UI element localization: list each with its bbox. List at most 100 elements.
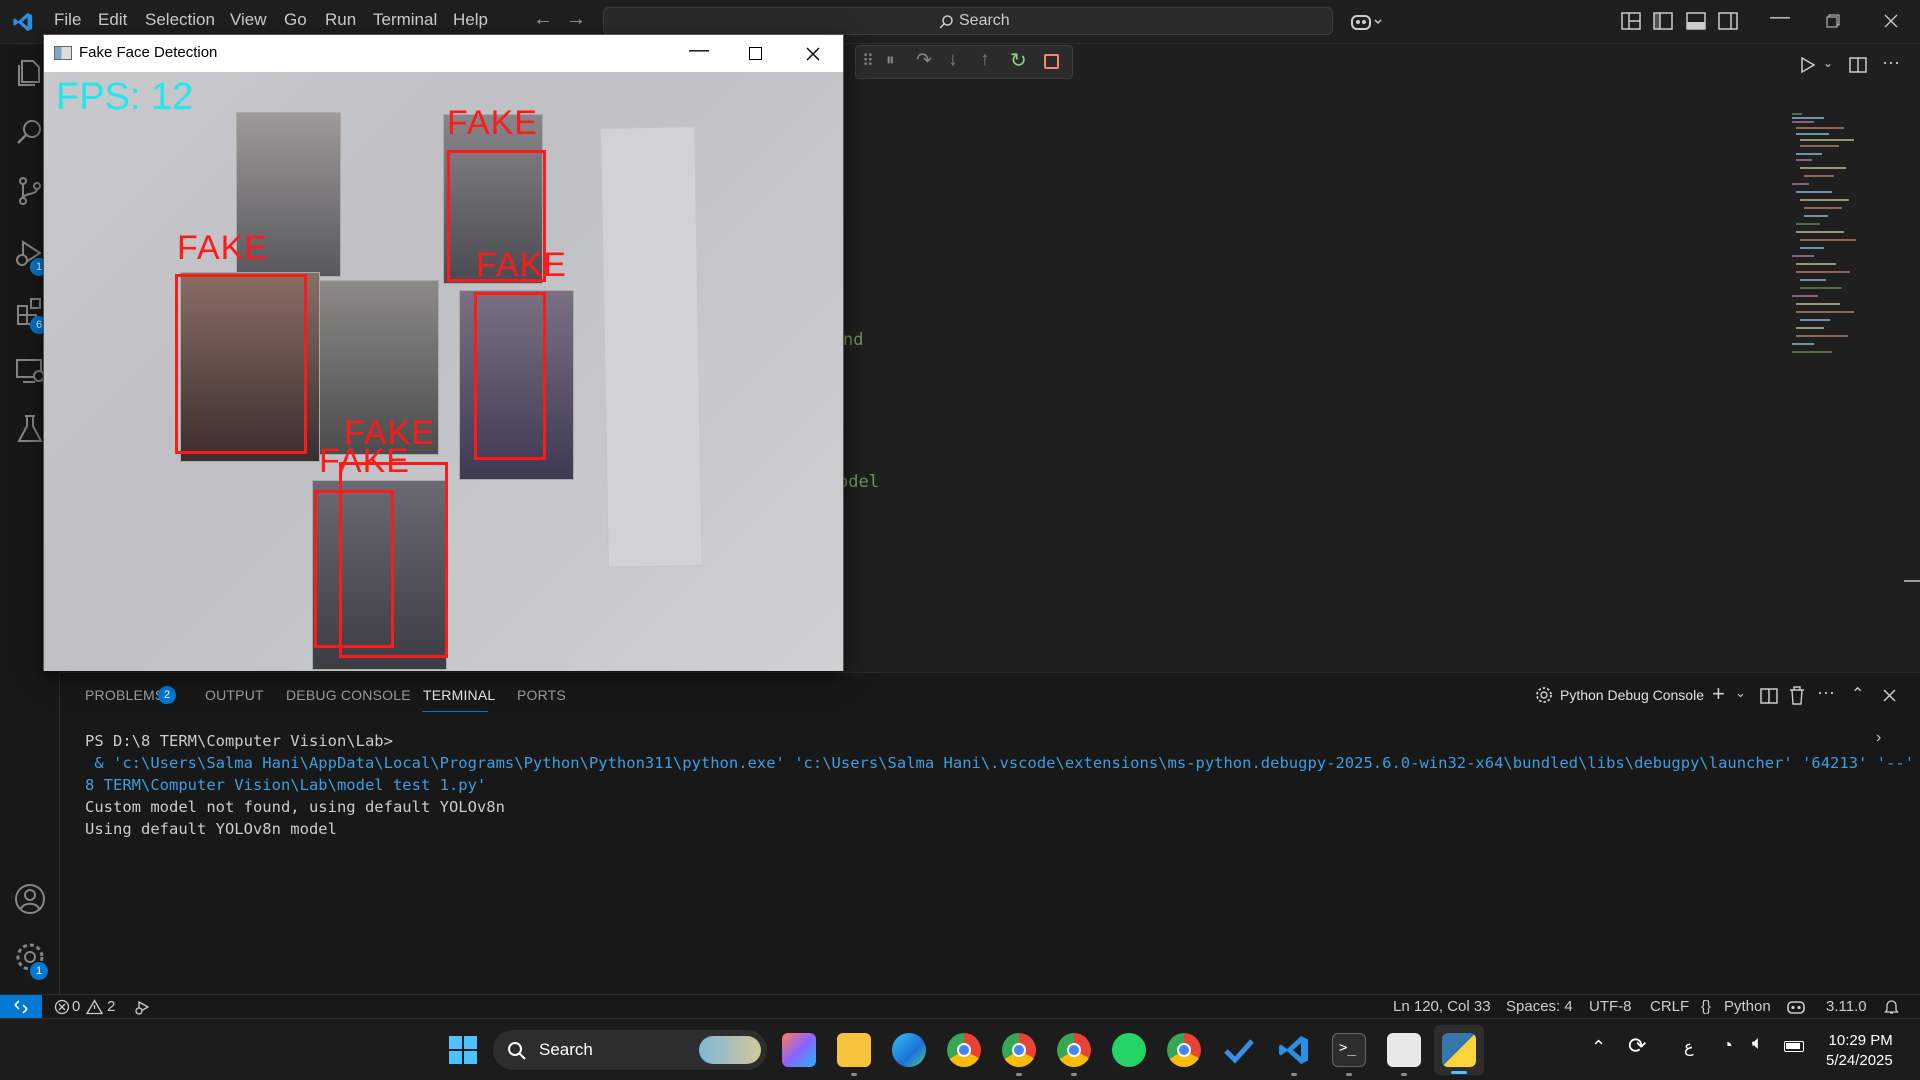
debug-attach-icon[interactable]	[134, 999, 152, 1015]
battery-icon[interactable]	[1784, 1041, 1804, 1052]
menu-help[interactable]: Help	[453, 10, 488, 30]
toggle-primary-sidebar-icon[interactable]	[1652, 10, 1674, 32]
back-arrow-icon[interactable]: ←	[533, 8, 553, 31]
chrome-profile-icon[interactable]	[1057, 1033, 1091, 1067]
scroll-right-icon[interactable]: ›	[1876, 729, 1881, 747]
remote-explorer-icon[interactable]	[13, 354, 47, 388]
maximize-icon[interactable]	[749, 47, 762, 60]
split-terminal-icon[interactable]	[1760, 687, 1778, 705]
trash-icon[interactable]	[1789, 686, 1805, 705]
todo-checkmark-icon[interactable]	[1222, 1033, 1256, 1067]
restore-icon[interactable]	[1826, 14, 1840, 28]
copilot-status-icon[interactable]	[1786, 998, 1806, 1016]
keyboard-language[interactable]: ع	[1684, 1037, 1694, 1057]
chevron-up-icon[interactable]: ⌃	[1591, 1037, 1606, 1058]
tab-terminal[interactable]: TERMINAL	[423, 687, 495, 703]
clock-date: 5/24/2025	[1826, 1052, 1893, 1069]
step-into-icon[interactable]: ↓	[948, 49, 958, 71]
problems-status[interactable]: 0 2	[52, 995, 122, 1019]
forward-arrow-icon[interactable]: →	[566, 8, 586, 31]
accounts-icon[interactable]	[13, 882, 47, 916]
close-panel-icon[interactable]	[1883, 689, 1896, 702]
maximize-panel-icon[interactable]: ⌃	[1851, 684, 1864, 704]
more-actions-icon[interactable]: ···	[1817, 682, 1835, 703]
tab-ports[interactable]: PORTS	[517, 687, 566, 703]
cursor-position[interactable]: Ln 120, Col 33	[1393, 998, 1491, 1015]
manage-item[interactable]: 1	[0, 936, 60, 982]
menu-selection[interactable]: Selection	[145, 10, 215, 30]
encoding[interactable]: UTF-8	[1589, 998, 1632, 1015]
explorer-icon[interactable]	[13, 56, 47, 90]
menu-go[interactable]: Go	[284, 10, 307, 30]
whatsapp-icon[interactable]	[1112, 1033, 1146, 1067]
menu-view[interactable]: View	[230, 10, 267, 30]
tab-problems[interactable]: PROBLEMS	[85, 687, 164, 703]
chrome-profile-icon[interactable]	[1002, 1033, 1036, 1067]
volume-icon[interactable]: 🔈︎	[1752, 1033, 1763, 1055]
close-icon[interactable]	[1884, 14, 1898, 28]
copilot-app-icon[interactable]	[782, 1033, 816, 1067]
line-ending[interactable]: CRLF	[1650, 998, 1689, 1015]
edge-browser-icon[interactable]	[892, 1033, 926, 1067]
indentation[interactable]: Spaces: 4	[1506, 998, 1573, 1015]
app-window-icon	[54, 46, 72, 60]
stop-icon[interactable]	[1044, 54, 1059, 69]
customize-layout-icon[interactable]	[1620, 10, 1642, 32]
split-editor-icon[interactable]	[1849, 56, 1867, 74]
minimize-icon[interactable]: —	[689, 39, 709, 62]
remote-icon	[14, 1000, 28, 1014]
menu-run[interactable]: Run	[325, 10, 356, 30]
drag-handle-icon[interactable]: ⠿	[862, 51, 874, 71]
snipping-tool-icon[interactable]	[1387, 1033, 1421, 1067]
warning-count: 2	[107, 998, 116, 1015]
window-title: Fake Face Detection	[79, 44, 218, 61]
notifications-bell-icon[interactable]	[1884, 999, 1899, 1015]
sync-icon[interactable]: ⟳	[1628, 1033, 1646, 1059]
step-out-icon[interactable]: ↑	[980, 49, 990, 71]
copilot-icon[interactable]	[1350, 11, 1384, 33]
chrome-icon[interactable]	[947, 1033, 981, 1067]
terminal-name[interactable]: Python Debug Console	[1560, 687, 1704, 703]
python-app-active[interactable]	[1434, 1025, 1484, 1075]
chevron-down-icon[interactable]: ⌄	[1735, 685, 1746, 701]
menu-terminal[interactable]: Terminal	[373, 10, 437, 30]
toggle-panel-icon[interactable]	[1685, 10, 1707, 32]
new-terminal-icon[interactable]: +	[1712, 681, 1725, 707]
tab-debug-console[interactable]: DEBUG CONSOLE	[286, 687, 411, 703]
code-fragment: nd	[843, 330, 864, 350]
minimap[interactable]	[1784, 110, 1874, 360]
restart-icon[interactable]: ↻	[1010, 48, 1027, 73]
language-mode[interactable]: Python	[1724, 998, 1771, 1015]
scrollbar-indicator[interactable]	[1904, 580, 1920, 582]
window-titlebar[interactable]: Fake Face Detection —	[44, 35, 843, 72]
taskbar-search[interactable]: Search	[493, 1030, 767, 1070]
command-center-search[interactable]: Search	[603, 7, 1333, 35]
search-icon[interactable]	[13, 116, 47, 150]
wifi-icon[interactable]: ◔	[1722, 1035, 1733, 1056]
tab-output[interactable]: OUTPUT	[205, 687, 264, 703]
run-python-file-icon[interactable]	[1800, 56, 1816, 74]
source-control-icon[interactable]	[13, 174, 47, 208]
close-icon[interactable]	[806, 47, 820, 61]
debug-toolbar: ⠿ ⏸ ↷ ↓ ↑ ↻	[855, 45, 1073, 79]
python-version[interactable]: 3.11.0	[1826, 998, 1867, 1015]
minimize-icon[interactable]: —	[1770, 6, 1790, 29]
file-explorer-icon[interactable]	[837, 1033, 871, 1067]
pause-icon[interactable]: ⏸	[886, 50, 895, 70]
step-over-icon[interactable]: ↷	[916, 49, 932, 72]
more-actions-icon[interactable]: ···	[1882, 52, 1900, 73]
status-bar: 0 2 Ln 120, Col 33 Spaces: 4 UTF-8 CRLF …	[0, 994, 1920, 1019]
vscode-taskbar-icon[interactable]	[1277, 1033, 1311, 1067]
menu-edit[interactable]: Edit	[98, 10, 127, 30]
testing-icon[interactable]	[13, 412, 47, 446]
terminal-app-icon[interactable]: >_	[1332, 1033, 1366, 1067]
windows-start-icon[interactable]	[446, 1033, 480, 1067]
chevron-down-icon[interactable]: ⌄	[1823, 56, 1833, 70]
vscode-logo-icon[interactable]	[12, 11, 34, 33]
system-clock[interactable]: 10:29 PM 5/24/2025	[1826, 1031, 1893, 1071]
chrome-profile-icon[interactable]	[1167, 1033, 1201, 1067]
menu-file[interactable]: File	[54, 10, 81, 30]
toggle-secondary-sidebar-icon[interactable]	[1717, 10, 1739, 32]
code-fragment: odel	[838, 472, 879, 492]
remote-indicator[interactable]	[0, 995, 42, 1019]
